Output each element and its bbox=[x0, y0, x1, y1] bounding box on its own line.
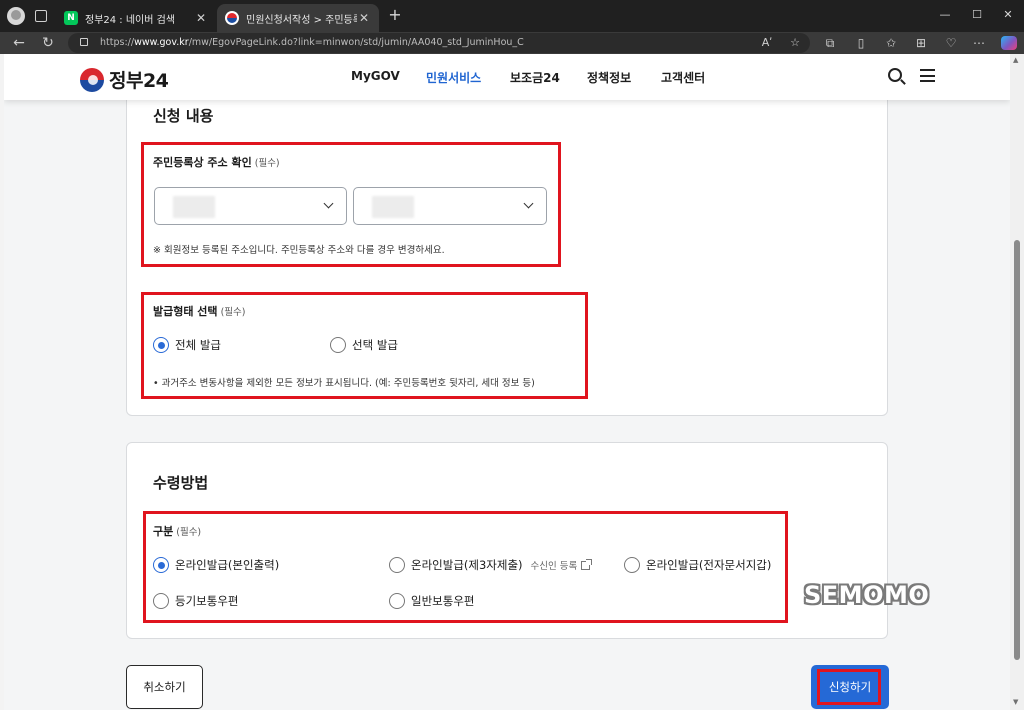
scrollbar-thumb[interactable] bbox=[1014, 240, 1020, 660]
address-hint: ※ 회원정보 등록된 주소입니다. 주민등록상 주소와 다를 경우 변경하세요. bbox=[153, 245, 445, 256]
close-tab-icon[interactable]: ✕ bbox=[194, 11, 208, 25]
page-viewport: 정부24 MyGOV 민원서비스 보조금24 정책정보 고객센터 신청 내용 주… bbox=[4, 54, 1010, 710]
nav-subsidy[interactable]: 보조금24 bbox=[510, 69, 560, 86]
address-select-secondary[interactable] bbox=[353, 187, 547, 225]
required-badge: (필수) bbox=[176, 527, 202, 538]
blurred-value bbox=[173, 196, 215, 218]
scroll-down-icon[interactable]: ▼ bbox=[1013, 698, 1018, 706]
read-aloud-icon[interactable]: Aʹ bbox=[758, 33, 776, 53]
radio-regular-mail[interactable]: 일반보통우편 bbox=[389, 593, 474, 609]
submit-button[interactable]: 신청하기 bbox=[811, 665, 889, 709]
naver-icon: N bbox=[64, 11, 78, 25]
radio-unselected-icon[interactable] bbox=[624, 557, 640, 573]
favorites-icon[interactable]: ✩ bbox=[882, 34, 900, 52]
search-icon[interactable] bbox=[888, 68, 902, 82]
scroll-up-icon[interactable]: ▲ bbox=[1013, 56, 1018, 64]
address-select-primary[interactable] bbox=[154, 187, 347, 225]
browser-essentials-icon[interactable]: ♡ bbox=[942, 34, 960, 52]
tab-title: 정부24 : 네이버 검색 bbox=[85, 14, 176, 26]
address-field-label: 주민등록상 주소 확인 (필수) bbox=[153, 156, 280, 169]
browser-tab-gov24[interactable]: 민원신청서작성 > 주민등록표 등 ✕ bbox=[217, 4, 379, 32]
nav-civil-service[interactable]: 민원서비스 bbox=[426, 69, 481, 86]
back-icon[interactable]: ← bbox=[9, 33, 29, 53]
site-header: 정부24 MyGOV 민원서비스 보조금24 정책정보 고객센터 bbox=[4, 54, 1010, 100]
refresh-icon[interactable]: ↻ bbox=[38, 33, 58, 53]
radio-selected-icon[interactable] bbox=[153, 557, 169, 573]
required-badge: (필수) bbox=[254, 158, 280, 169]
nav-customer-center[interactable]: 고객센터 bbox=[661, 69, 705, 86]
radio-online-third-party[interactable]: 온라인발급(제3자제출) 수신인 등록 bbox=[389, 557, 593, 573]
issue-type-hint: • 과거주소 변동사항을 제외한 모든 정보가 표시됩니다. (예: 주민등록번… bbox=[153, 378, 535, 389]
gov24-logo[interactable]: 정부24 bbox=[80, 66, 169, 93]
lock-icon[interactable] bbox=[80, 38, 88, 46]
new-tab-icon[interactable]: + bbox=[386, 6, 404, 24]
blurred-value bbox=[372, 196, 414, 218]
close-window-icon[interactable]: ✕ bbox=[998, 6, 1018, 24]
radio-unselected-icon[interactable] bbox=[153, 593, 169, 609]
section-title: 수령방법 bbox=[153, 474, 209, 492]
gov24-icon bbox=[225, 11, 239, 25]
logo-text: 정부24 bbox=[109, 70, 169, 92]
radio-unselected-icon[interactable] bbox=[330, 337, 346, 353]
collections-icon[interactable]: ⊞ bbox=[912, 34, 930, 52]
issue-type-label: 발급형태 선택 (필수) bbox=[153, 305, 246, 318]
cancel-button[interactable]: 취소하기 bbox=[126, 665, 203, 709]
radio-unselected-icon[interactable] bbox=[389, 557, 405, 573]
chevron-down-icon bbox=[523, 198, 534, 209]
url-field[interactable]: https://www.gov.kr/mw/EgovPageLink.do?li… bbox=[68, 33, 810, 53]
nav-policy-info[interactable]: 정책정보 bbox=[587, 69, 631, 86]
receive-method-card: 수령방법 구분 (필수) 온라인발급(본인출력) 온라인발급(제3자제출) 수신인… bbox=[126, 442, 888, 639]
minimize-icon[interactable]: — bbox=[935, 6, 955, 24]
application-content-card: 신청 내용 주민등록상 주소 확인 (필수) ※ 회원정보 등록된 주소입니다. … bbox=[126, 54, 888, 416]
browser-tab-naver[interactable]: N 정부24 : 네이버 검색 ✕ bbox=[56, 4, 216, 32]
maximize-icon[interactable]: ☐ bbox=[967, 6, 987, 24]
extensions-icon[interactable]: ⧉ bbox=[821, 34, 839, 52]
highlight-box bbox=[817, 669, 881, 705]
favorite-star-icon[interactable]: ☆ bbox=[786, 33, 804, 53]
radio-online-e-wallet[interactable]: 온라인발급(전자문서지갑) bbox=[624, 557, 771, 573]
section-title: 신청 내용 bbox=[153, 107, 214, 125]
copilot-icon[interactable] bbox=[1001, 36, 1017, 50]
tab-title: 민원신청서작성 > 주민등록표 등 bbox=[246, 14, 357, 26]
radio-full-issue[interactable]: 전체 발급 bbox=[153, 337, 221, 353]
close-tab-icon[interactable]: ✕ bbox=[357, 11, 371, 25]
browser-tab-bar: N 정부24 : 네이버 검색 ✕ 민원신청서작성 > 주민등록표 등 ✕ + … bbox=[0, 0, 1024, 32]
recipient-register-link[interactable]: 수신인 등록 bbox=[531, 558, 593, 572]
nav-mygov[interactable]: MyGOV bbox=[351, 69, 400, 83]
external-link-icon bbox=[581, 558, 593, 570]
required-badge: (필수) bbox=[220, 307, 246, 318]
profile-avatar-icon[interactable] bbox=[7, 7, 25, 25]
radio-unselected-icon[interactable] bbox=[389, 593, 405, 609]
radio-partial-issue[interactable]: 선택 발급 bbox=[330, 337, 398, 353]
radio-online-self-print[interactable]: 온라인발급(본인출력) bbox=[153, 557, 279, 573]
radio-selected-icon[interactable] bbox=[153, 337, 169, 353]
split-screen-icon[interactable]: ▯ bbox=[852, 34, 870, 52]
chevron-down-icon bbox=[323, 198, 334, 209]
receive-method-label: 구분 (필수) bbox=[153, 525, 202, 538]
taegeuk-emblem-icon bbox=[80, 67, 104, 92]
hamburger-menu-icon[interactable] bbox=[920, 69, 935, 82]
watermark: SEMOMO bbox=[804, 581, 930, 609]
more-menu-icon[interactable]: ⋯ bbox=[970, 34, 988, 52]
browser-address-bar: ← ↻ https://www.gov.kr/mw/EgovPageLink.d… bbox=[0, 32, 1024, 54]
radio-registered-mail[interactable]: 등기보통우편 bbox=[153, 593, 238, 609]
tab-actions-icon[interactable] bbox=[35, 10, 47, 22]
